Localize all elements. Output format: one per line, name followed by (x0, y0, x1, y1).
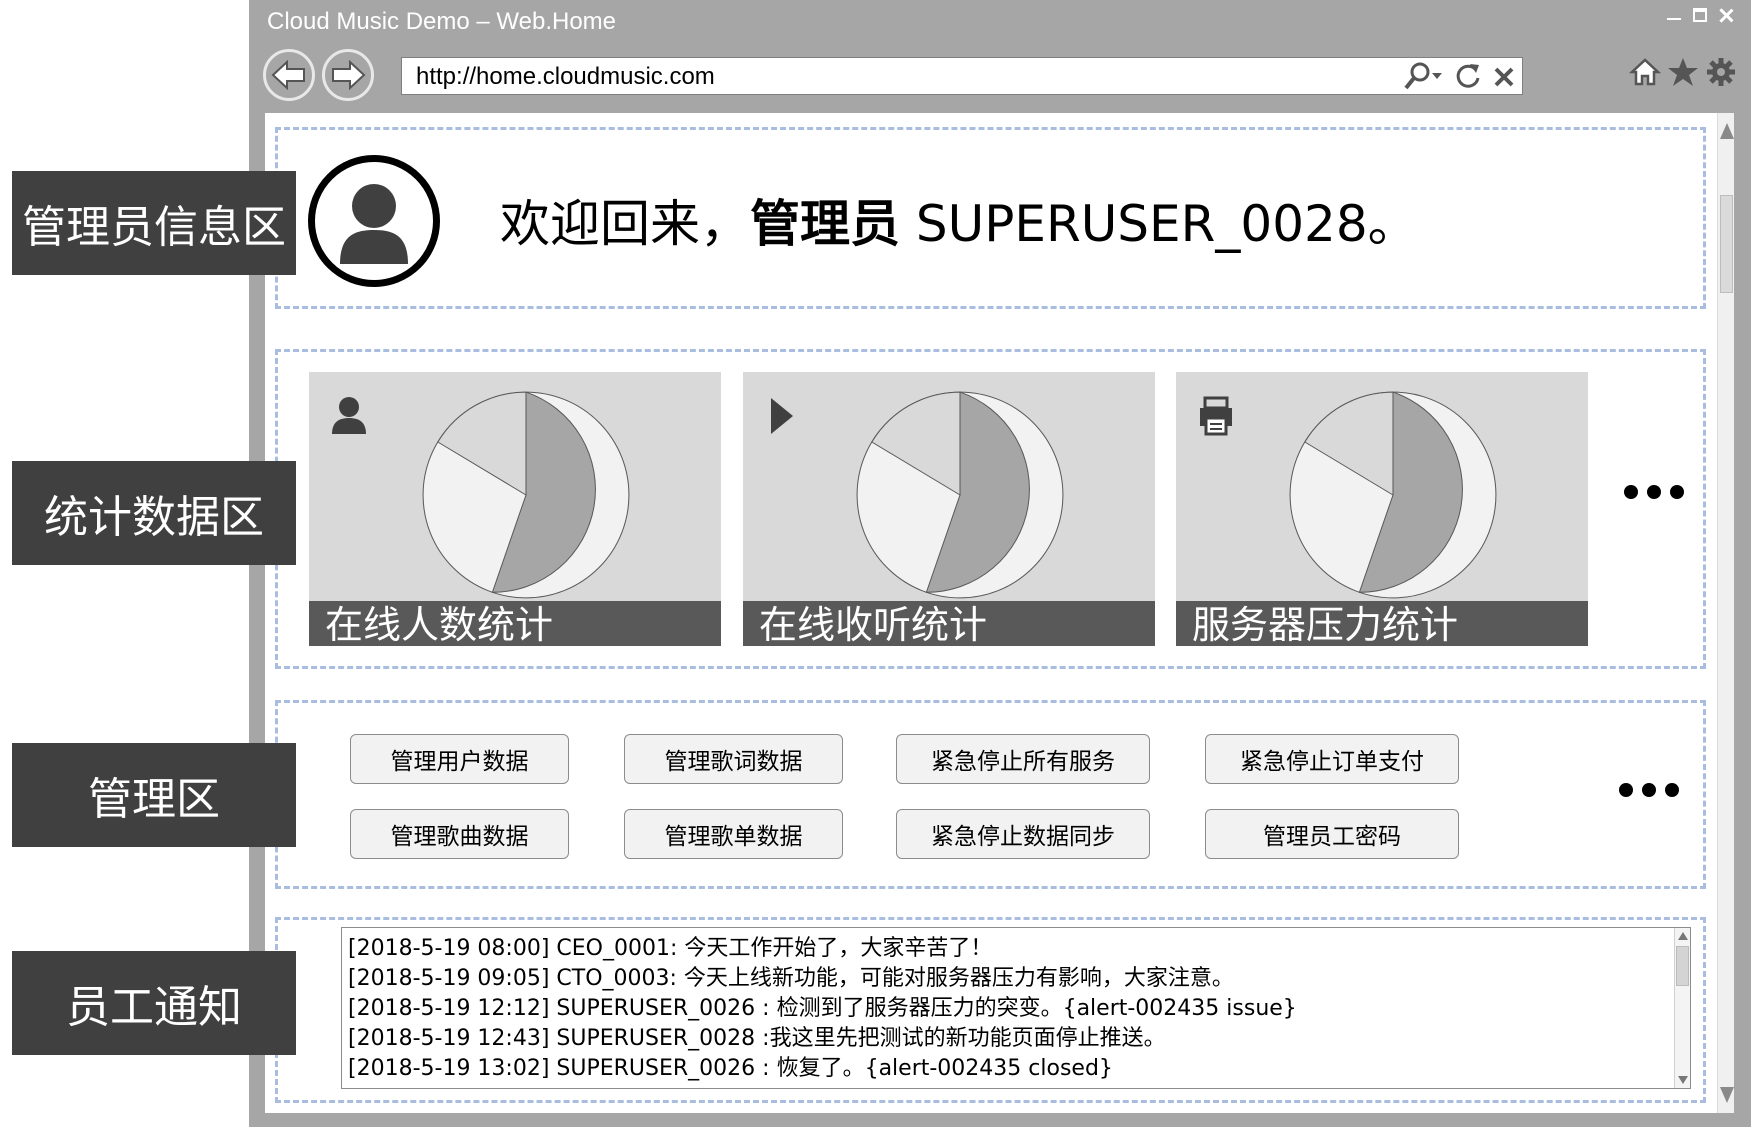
stat-card-server-load[interactable]: 服务器压力统计 (1176, 372, 1588, 646)
page-scrollbar[interactable] (1717, 113, 1734, 1113)
log-scrollbar[interactable] (1674, 928, 1690, 1088)
admin-info-section: 欢迎回来，管理员 SUPERUSER_0028。 (275, 127, 1706, 309)
forward-button[interactable] (322, 49, 374, 101)
manage-lyrics-button[interactable]: 管理歌词数据 (624, 734, 843, 784)
address-bar-icons (1402, 61, 1516, 91)
log-line: [2018-5-19 08:00] CEO_0001: 今天工作开始了，大家辛苦… (348, 936, 993, 961)
star-icon[interactable] (1667, 56, 1699, 88)
play-icon (771, 398, 793, 434)
label-admin-info-area: 管理员信息区 (12, 171, 296, 275)
toolbar-icons (1629, 56, 1737, 88)
avatar (308, 155, 440, 287)
welcome-message: 欢迎回来，管理员 SUPERUSER_0028。 (500, 184, 1418, 256)
log-scroll-thumb[interactable] (1676, 946, 1689, 986)
maximize-icon[interactable] (1693, 8, 1707, 22)
emergency-stop-all-button[interactable]: 紧急停止所有服务 (896, 734, 1150, 784)
page-viewport: 欢迎回来，管理员 SUPERUSER_0028。 在线人数统计 在线收听统计 服… (265, 113, 1734, 1113)
emergency-stop-sync-button[interactable]: 紧急停止数据同步 (896, 809, 1150, 859)
pie-chart (422, 391, 630, 599)
minimize-icon[interactable] (1667, 8, 1681, 22)
more-stats-button[interactable] (1624, 485, 1684, 499)
stop-icon[interactable] (1492, 61, 1516, 91)
url-text[interactable]: http://home.cloudmusic.com (416, 63, 715, 91)
card-caption: 服务器压力统计 (1176, 601, 1588, 646)
log-line: [2018-5-19 09:05] CTO_0003: 今天上线新功能，可能对服… (348, 966, 1234, 991)
stat-card-online-listening[interactable]: 在线收听统计 (743, 372, 1155, 646)
log-scroll-up-icon[interactable] (1678, 932, 1688, 940)
log-line: [2018-5-19 13:02] SUPERUSER_0026 : 恢复了。{… (348, 1056, 1113, 1081)
window-controls (1667, 8, 1733, 22)
refresh-icon[interactable] (1454, 61, 1482, 91)
scroll-thumb[interactable] (1720, 195, 1733, 293)
welcome-role: 管理员 (750, 195, 900, 253)
address-bar[interactable]: http://home.cloudmusic.com (401, 57, 1523, 95)
user-icon (332, 397, 366, 434)
back-arrow-icon (271, 60, 305, 90)
window-title: Cloud Music Demo – Web.Home (267, 8, 617, 35)
log-line: [2018-5-19 12:43] SUPERUSER_0028 :我这里先把测… (348, 1026, 1166, 1051)
stats-section: 在线人数统计 在线收听统计 服务器压力统计 (275, 349, 1706, 669)
more-actions-button[interactable] (1619, 783, 1679, 797)
manage-playlists-button[interactable]: 管理歌单数据 (624, 809, 843, 859)
emergency-stop-payment-button[interactable]: 紧急停止订单支付 (1205, 734, 1459, 784)
scroll-down-icon[interactable] (1720, 1087, 1734, 1103)
user-avatar-icon (340, 184, 408, 264)
printer-icon (1200, 396, 1232, 436)
gear-icon[interactable] (1705, 56, 1737, 88)
staff-notice-section: [2018-5-19 08:00] CEO_0001: 今天工作开始了，大家辛苦… (275, 917, 1706, 1103)
label-admin-area: 管理区 (12, 743, 296, 847)
close-icon[interactable] (1719, 8, 1733, 22)
welcome-user: SUPERUSER_0028。 (900, 195, 1418, 253)
pie-chart (1289, 391, 1497, 599)
welcome-prefix: 欢迎回来， (500, 195, 750, 253)
scroll-up-icon[interactable] (1720, 123, 1734, 139)
card-caption: 在线人数统计 (309, 601, 721, 646)
label-stats-area: 统计数据区 (12, 461, 296, 565)
manage-users-button[interactable]: 管理用户数据 (350, 734, 569, 784)
log-scroll-down-icon[interactable] (1678, 1076, 1688, 1084)
log-line: [2018-5-19 12:12] SUPERUSER_0026 : 检测到了服… (348, 996, 1297, 1021)
notice-log[interactable]: [2018-5-19 08:00] CEO_0001: 今天工作开始了，大家辛苦… (341, 927, 1691, 1089)
search-icon[interactable] (1402, 61, 1444, 91)
label-staff-notice: 员工通知 (12, 951, 296, 1055)
forward-arrow-icon (332, 60, 366, 90)
pie-chart (856, 391, 1064, 599)
manage-songs-button[interactable]: 管理歌曲数据 (350, 809, 569, 859)
back-button[interactable] (263, 49, 315, 101)
stat-card-online-users[interactable]: 在线人数统计 (309, 372, 721, 646)
home-icon[interactable] (1629, 56, 1661, 88)
manage-staff-password-button[interactable]: 管理员工密码 (1205, 809, 1459, 859)
browser-window: Cloud Music Demo – Web.Home http://home.… (249, 0, 1751, 1127)
admin-actions-section: 管理用户数据 管理歌词数据 紧急停止所有服务 紧急停止订单支付 管理歌曲数据 管… (275, 700, 1706, 889)
card-caption: 在线收听统计 (743, 601, 1155, 646)
